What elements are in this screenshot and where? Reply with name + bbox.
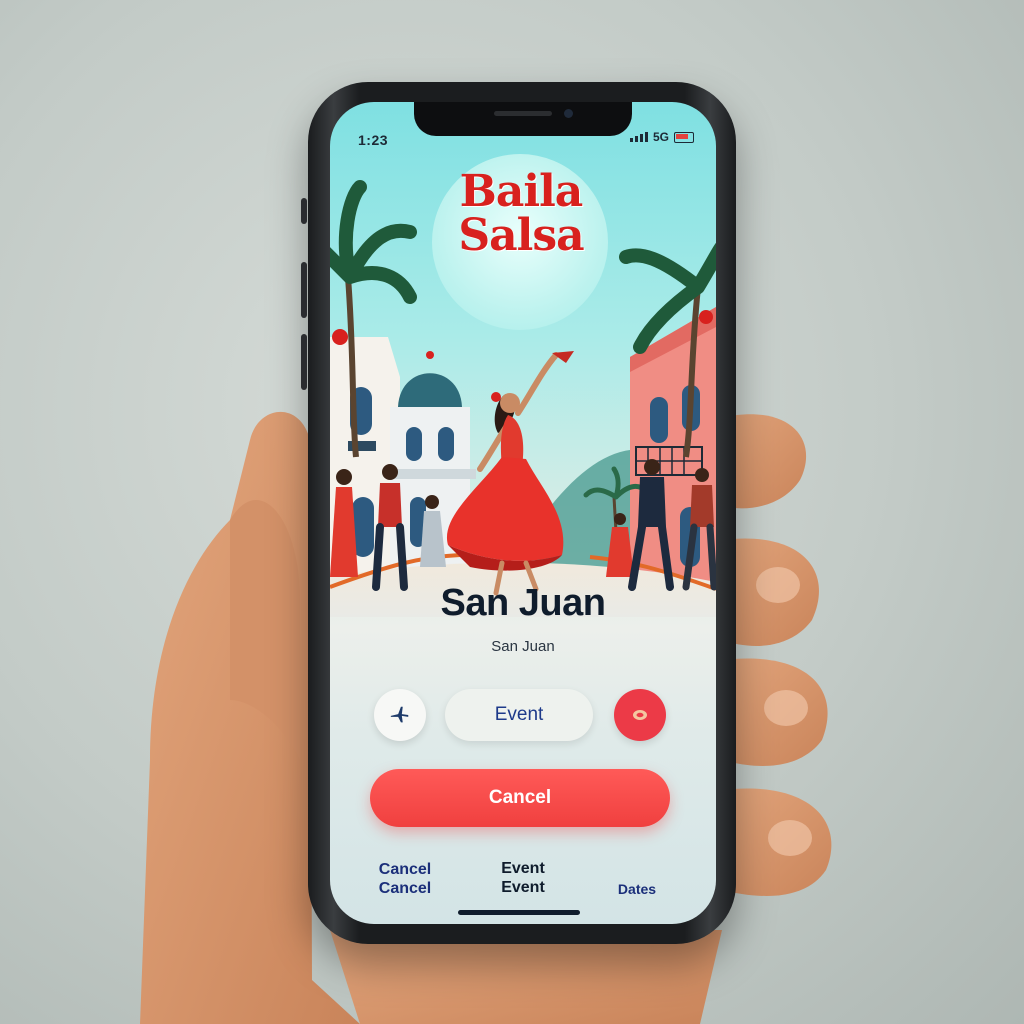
app-title-line1: Baila [459,166,584,217]
app-title: Baila Salsa [428,170,614,258]
ring-icon [633,710,647,720]
front-camera [564,109,573,118]
status-indicators: 5G [629,130,694,144]
mute-switch [301,198,307,224]
airplane-icon [390,706,409,723]
volume-down-button [301,334,307,390]
network-label: 5G [652,130,669,144]
nav-cancel-label-2: Cancel [378,880,432,897]
home-indicator [458,910,580,915]
nav-item-cancel[interactable]: Cancel Cancel [370,860,440,898]
event-button[interactable]: Event [445,689,593,741]
nav-event-label-2: Event [501,879,545,896]
nav-cancel-label: Cancel [378,861,432,878]
volume-up-button [301,262,307,318]
app-title-line2: Salsa [458,210,584,261]
ring-button[interactable] [614,689,666,741]
cancel-button[interactable]: Cancel [370,769,670,827]
notch [414,102,632,136]
bottom-nav: Cancel Cancel Event Event Dates [330,854,716,904]
location-name: San Juan [440,582,606,624]
status-time: 1:23 [358,132,389,148]
phone-screen: 1:23 5G Baila Salsa San Juan San Juan Ev… [330,102,716,924]
nav-item-event[interactable]: Event Event [488,859,558,897]
action-row: Event [330,689,716,741]
airplane-button[interactable] [374,689,426,741]
speaker-grille [494,111,552,116]
battery-icon [674,131,694,143]
signal-icon [629,132,648,142]
nav-event-label: Event [501,860,545,877]
nav-item-dates[interactable]: Dates [602,880,672,899]
location-subtitle: San Juan [491,638,555,655]
